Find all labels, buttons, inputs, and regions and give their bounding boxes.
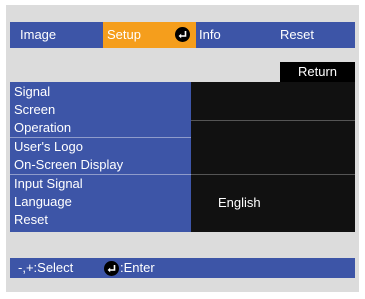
return-button[interactable]: Return: [280, 62, 355, 82]
tab-info[interactable]: Info: [199, 22, 221, 48]
enter-icon: [104, 261, 119, 276]
settings-panel: English: [191, 82, 355, 232]
menu-item-on-screen-display[interactable]: On-Screen Display: [14, 156, 191, 174]
menu-item-signal[interactable]: Signal: [14, 83, 191, 101]
enter-icon: [175, 27, 190, 42]
language-value: English: [218, 195, 261, 210]
panel-divider: [191, 174, 355, 175]
tab-bar: Image Setup Info Reset: [10, 22, 355, 48]
tab-setup-label: Setup: [107, 27, 141, 42]
hint-bar: -,+:Select :Enter: [10, 258, 355, 278]
menu-item-screen[interactable]: Screen: [14, 101, 191, 119]
menu-item-input-signal[interactable]: Input Signal: [14, 175, 191, 193]
menu-item-operation[interactable]: Operation: [14, 119, 191, 137]
setup-menu-list: Signal Screen Operation User's Logo On-S…: [10, 82, 191, 232]
tab-image[interactable]: Image: [20, 22, 56, 48]
tab-setup[interactable]: Setup: [103, 22, 196, 48]
projector-menu: Image Setup Info Reset Return Signal Scr…: [6, 5, 359, 292]
panel-divider: [191, 120, 355, 121]
menu-item-reset[interactable]: Reset: [14, 211, 191, 229]
select-hint: -,+:Select: [18, 260, 74, 275]
enter-hint: :Enter: [120, 260, 155, 275]
tab-reset[interactable]: Reset: [280, 22, 314, 48]
menu-item-users-logo[interactable]: User's Logo: [14, 138, 191, 156]
menu-item-language[interactable]: Language: [14, 193, 191, 211]
